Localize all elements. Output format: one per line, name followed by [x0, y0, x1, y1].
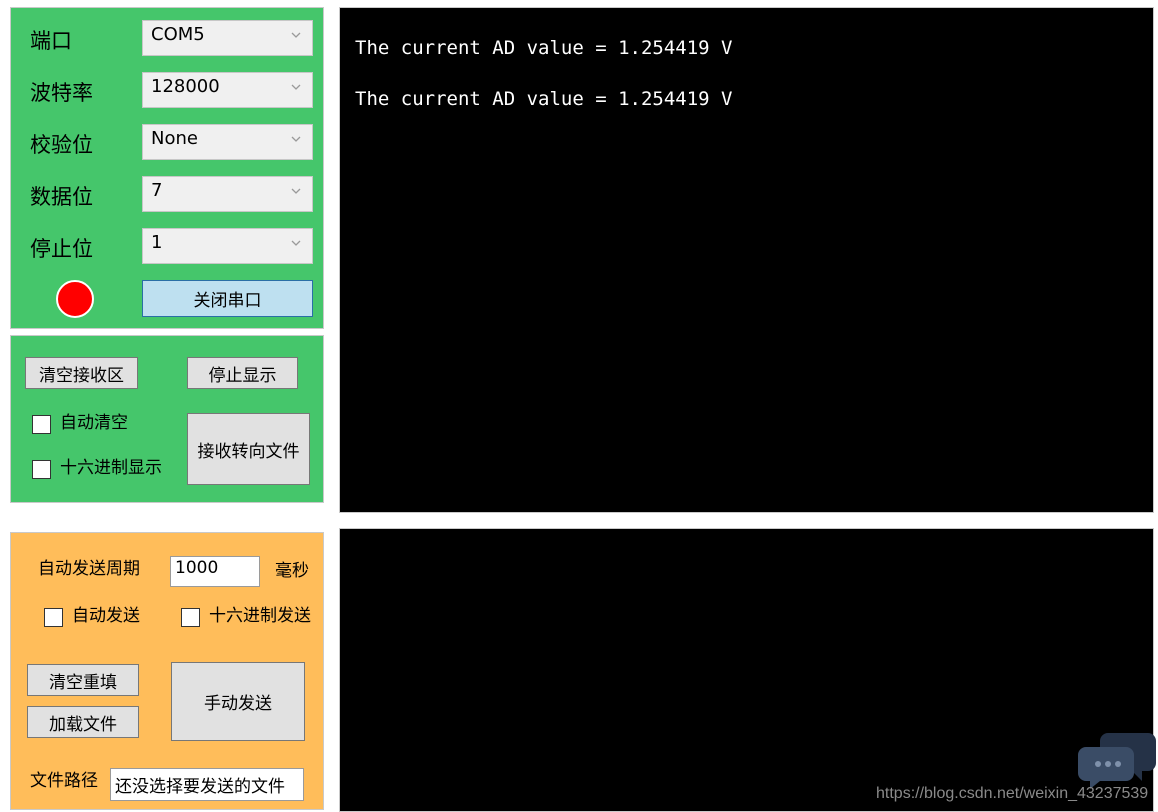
chevron-down-icon	[291, 136, 301, 142]
stopbits-label: 停止位	[30, 237, 93, 261]
hex-send-label: 十六进制发送	[209, 606, 311, 626]
send-terminal[interactable]	[339, 528, 1156, 812]
port-select[interactable]: COM5	[142, 20, 313, 56]
receive-line: The current AD value = 1.254419 V	[355, 88, 733, 110]
send-period-unit: 毫秒	[275, 561, 309, 581]
auto-clear-label: 自动清空	[60, 413, 128, 433]
close-port-button[interactable]: 关闭串口	[142, 280, 313, 317]
port-label: 端口	[30, 29, 72, 53]
receive-controls-panel: 清空接收区 停止显示 自动清空 十六进制显示 接收转向文件	[10, 335, 324, 503]
stop-display-button[interactable]: 停止显示	[187, 357, 298, 389]
auto-clear-checkbox[interactable]	[32, 415, 51, 434]
file-path-label: 文件路径	[30, 771, 98, 791]
manual-send-button[interactable]: 手动发送	[171, 662, 305, 741]
serial-settings-panel: 端口 COM5 波特率 128000 校验位 None 数据位 7 停止位 1 …	[10, 7, 324, 329]
send-period-input[interactable]: 1000	[170, 556, 260, 587]
chevron-down-icon	[291, 32, 301, 38]
redirect-to-file-button[interactable]: 接收转向文件	[187, 413, 310, 485]
stopbits-value: 1	[151, 232, 163, 253]
port-value: COM5	[151, 24, 205, 45]
send-controls-panel: 自动发送周期 1000 毫秒 自动发送 十六进制发送 清空重填 加载文件 手动发…	[10, 532, 324, 810]
stopbits-select[interactable]: 1	[142, 228, 313, 264]
auto-send-checkbox[interactable]	[44, 608, 63, 627]
baud-select[interactable]: 128000	[142, 72, 313, 108]
parity-select[interactable]: None	[142, 124, 313, 160]
parity-label: 校验位	[30, 133, 93, 157]
send-period-label: 自动发送周期	[38, 559, 140, 579]
chevron-down-icon	[291, 188, 301, 194]
databits-select[interactable]: 7	[142, 176, 313, 212]
chevron-down-icon	[291, 84, 301, 90]
clear-receive-button[interactable]: 清空接收区	[25, 357, 138, 389]
file-path-input[interactable]: 还没选择要发送的文件	[110, 768, 304, 801]
parity-value: None	[151, 128, 198, 149]
load-file-button[interactable]: 加载文件	[27, 706, 139, 738]
chat-bubble-icon	[1078, 733, 1156, 789]
baud-label: 波特率	[30, 81, 93, 105]
baud-value: 128000	[151, 76, 220, 97]
receive-terminal[interactable]: The current AD value = 1.254419 V The cu…	[339, 7, 1154, 513]
watermark: https://blog.csdn.net/weixin_43237539	[876, 785, 1149, 802]
receive-line: The current AD value = 1.254419 V	[355, 37, 733, 59]
databits-label: 数据位	[30, 185, 93, 209]
clear-refill-button[interactable]: 清空重填	[27, 664, 139, 696]
hex-display-label: 十六进制显示	[60, 458, 162, 478]
port-status-indicator	[56, 280, 94, 318]
hex-send-checkbox[interactable]	[181, 608, 200, 627]
chevron-down-icon	[291, 240, 301, 246]
hex-display-checkbox[interactable]	[32, 460, 51, 479]
databits-value: 7	[151, 180, 163, 201]
auto-send-label: 自动发送	[72, 606, 140, 626]
